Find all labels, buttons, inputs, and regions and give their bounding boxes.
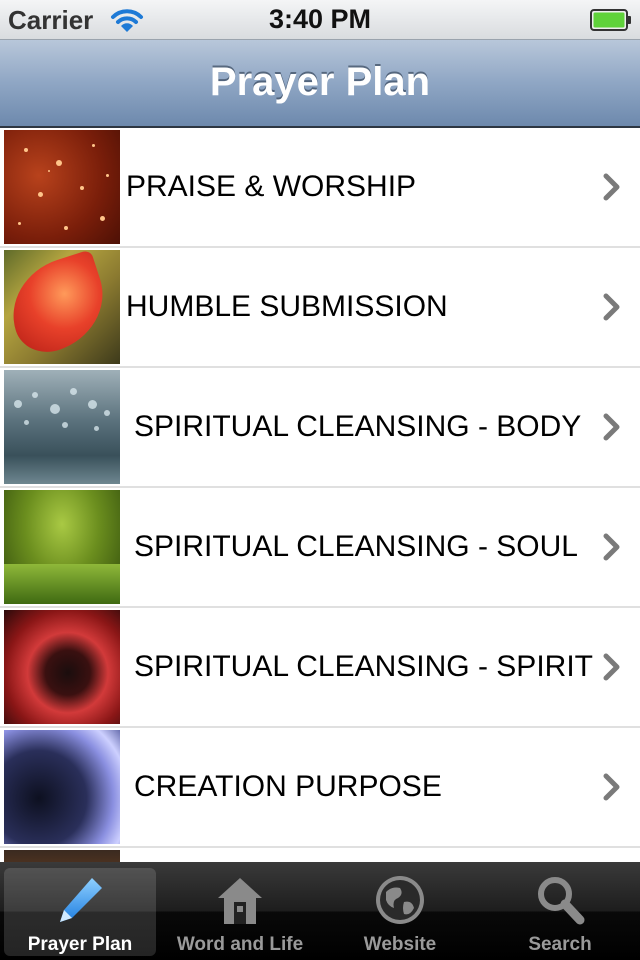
list-item-creation-purpose[interactable]: CREATION PURPOSE [0,728,640,848]
list-item-praise-worship[interactable]: PRAISE & WORSHIP [0,128,640,248]
partial-thumbnail-image [4,850,120,862]
list-item-partial[interactable] [0,848,640,862]
list-item-label: SPIRITUAL CLEANSING - SPIRIT [134,650,593,683]
list-item-label: SPIRITUAL CLEANSING - SOUL [134,530,578,563]
green-grass-image [4,490,120,604]
red-flower-image [4,610,120,724]
tab-label: Search [528,934,592,955]
tab-label: Website [363,934,437,955]
list-item-label: SPIRITUAL CLEANSING - BODY [134,410,582,443]
list-item-spiritual-cleansing-spirit[interactable]: SPIRITUAL CLEANSING - SPIRIT [0,608,640,728]
chevron-right-icon [603,173,620,201]
house-icon [218,878,262,924]
chevron-right-icon [603,413,620,441]
pencil-icon [60,878,102,922]
search-icon [538,877,585,925]
tab-bar: Prayer Plan Word and Life Website Search [0,862,640,960]
sparks-image [4,130,120,244]
tab-website[interactable]: Website [324,868,476,956]
chevron-right-icon [603,653,620,681]
tab-prayer-plan[interactable]: Prayer Plan [4,868,156,956]
list-item-spiritual-cleansing-body[interactable]: SPIRITUAL CLEANSING - BODY [0,368,640,488]
water-drops-image [4,370,120,484]
list-item-spiritual-cleansing-soul[interactable]: SPIRITUAL CLEANSING - SOUL [0,488,640,608]
navigation-bar: Prayer Plan [0,40,640,128]
chevron-right-icon [603,293,620,321]
tab-label: Word and Life [176,934,304,955]
list-item-humble-submission[interactable]: HUMBLE SUBMISSION [0,248,640,368]
earth-image [4,730,120,844]
battery-icon [590,9,631,31]
status-bar: Carrier 3:40 PM [0,0,640,40]
red-leaf-image [4,250,120,364]
tab-label: Prayer Plan [27,934,133,955]
list-item-label: CREATION PURPOSE [134,770,442,803]
chevron-right-icon [603,533,620,561]
status-time: 3:40 PM [268,4,372,34]
globe-icon [376,876,424,924]
list-item-label: PRAISE & WORSHIP [126,170,417,203]
page-title: Prayer Plan [209,60,431,104]
tab-search[interactable]: Search [484,868,636,956]
list-item-label: HUMBLE SUBMISSION [126,290,448,323]
chevron-right-icon [603,773,620,801]
tab-word-and-life[interactable]: Word and Life [164,868,316,956]
prayer-plan-list[interactable]: PRAISE & WORSHIP HUMBLE SUBMISSION SPIRI… [0,128,640,862]
